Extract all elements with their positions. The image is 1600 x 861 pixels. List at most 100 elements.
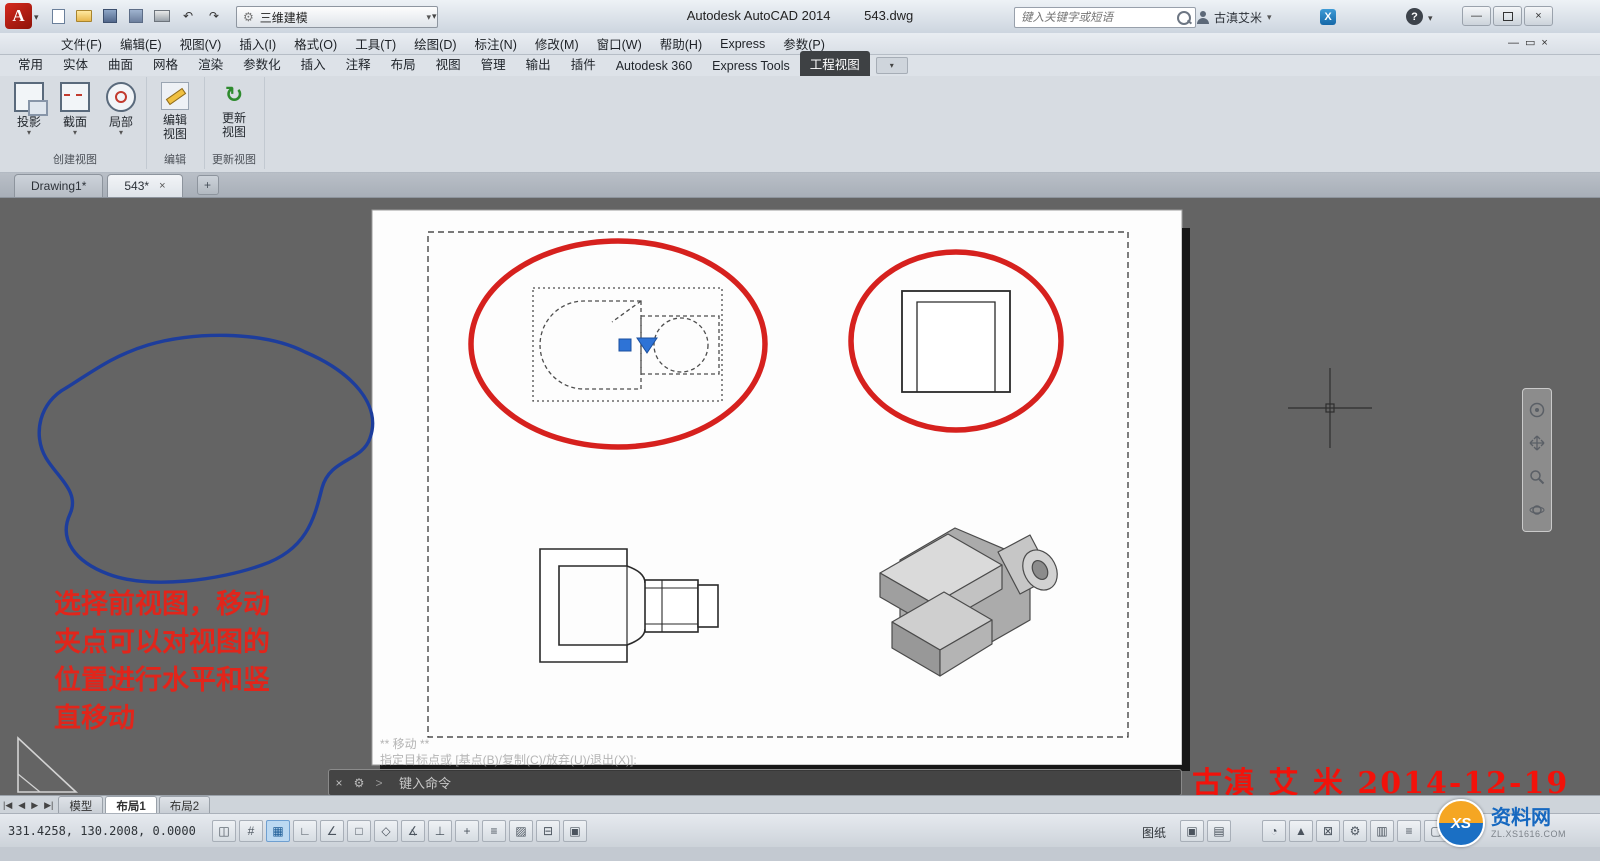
window-title-app: Autodesk AutoCAD 2014 [687, 8, 831, 23]
close-button[interactable]: × [1524, 6, 1553, 26]
ribbon-tab-mesh[interactable]: 网格 [143, 51, 188, 76]
projection-view-button[interactable]: 投影 ▾ [6, 82, 52, 137]
handdrawn-annotation-loop [39, 335, 372, 582]
file-tab-drawing1[interactable]: Drawing1* [14, 174, 103, 197]
doc-restore-button[interactable]: ▭ [1525, 36, 1535, 49]
pan-icon[interactable] [1527, 433, 1547, 453]
edit-view-button[interactable]: 编辑 视图 [152, 82, 198, 141]
file-tab-543[interactable]: 543* × [107, 174, 182, 197]
tab-model[interactable]: 模型 [58, 796, 103, 815]
doc-minimize-button[interactable]: — [1508, 37, 1519, 49]
command-close-icon[interactable]: × [329, 776, 349, 790]
selection-cycling-toggle[interactable]: ▣ [563, 820, 587, 842]
ribbon-tab-home[interactable]: 常用 [8, 51, 53, 76]
section-view-icon [60, 82, 90, 112]
transparency-toggle[interactable]: ▨ [509, 820, 533, 842]
section-view-button[interactable]: 截面 ▾ [52, 82, 98, 137]
ribbon-tab-parametric[interactable]: 参数化 [233, 51, 291, 76]
ribbon-tab-surface[interactable]: 曲面 [98, 51, 143, 76]
minimize-button[interactable]: — [1462, 6, 1491, 26]
zoom-icon[interactable] [1527, 467, 1547, 487]
command-history-line-1: ** 移动 ** [380, 735, 429, 752]
annotation-scale-button[interactable]: ◔ [1262, 820, 1286, 842]
quick-view-drawings-button[interactable]: ▤ [1207, 820, 1231, 842]
section-view-label: 截面 [52, 115, 98, 129]
dynamic-ucs-toggle[interactable]: ⊥ [428, 820, 452, 842]
command-history-line-2: 指定目标点或 [基点(B)/复制(C)/放弃(U)/退出(X)]: [380, 751, 637, 768]
lineweight-toggle[interactable]: ≡ [482, 820, 506, 842]
paper-shadow-right [1182, 228, 1190, 771]
help-search-input[interactable] [1019, 11, 1177, 25]
side-view[interactable] [902, 291, 1010, 392]
command-line[interactable]: × ⚙ > 键入命令 [328, 769, 1182, 796]
orbit-icon[interactable] [1527, 500, 1547, 520]
layout-nav-first-icon[interactable]: |◀ [0, 800, 15, 811]
status-right-icons: ◔ ▲ ⊠ ⚙ ▥ ≡ ▢ [1262, 820, 1448, 842]
update-view-button[interactable]: ↻ 更新 视图 [211, 82, 257, 139]
window-frame-bottom [0, 847, 1600, 861]
help-search-box[interactable] [1014, 7, 1196, 28]
navigation-wheel-icon[interactable] [1527, 400, 1547, 420]
help-icon[interactable]: ? [1406, 8, 1423, 25]
3d-object-snap-toggle[interactable]: ◇ [374, 820, 398, 842]
polar-tracking-toggle[interactable]: ∠ [320, 820, 344, 842]
navigation-bar[interactable] [1522, 388, 1552, 532]
object-snap-tracking-toggle[interactable]: ∡ [401, 820, 425, 842]
ribbon-tab-solid[interactable]: 实体 [53, 51, 98, 76]
detail-view-button[interactable]: 局部 ▾ [98, 82, 144, 137]
layout-nav-prev-icon[interactable]: ◀ [15, 800, 28, 811]
ribbon-tab-plugins[interactable]: 插件 [561, 51, 606, 76]
restore-button[interactable] [1493, 6, 1522, 26]
quick-view-layouts-button[interactable]: ▣ [1180, 820, 1204, 842]
dynamic-input-toggle[interactable]: + [455, 820, 479, 842]
update-view-label-2: 视图 [211, 125, 257, 139]
tab-layout1[interactable]: 布局1 [105, 796, 156, 815]
menu-express[interactable]: Express [711, 37, 774, 51]
detail-view-icon [106, 82, 136, 112]
tab-layout2[interactable]: 布局2 [159, 796, 210, 815]
ribbon-tab-drawing-views[interactable]: 工程视图 [800, 51, 870, 76]
ribbon-tab-layout[interactable]: 布局 [381, 51, 426, 76]
title-bar: A ▾ ↶ ↷ ⚙ 三维建模 ▾ ▾ Autodesk AutoCAD 2014… [0, 0, 1600, 34]
ribbon-tab-express-tools[interactable]: Express Tools [702, 56, 800, 76]
group-label-edit: 编辑 [146, 151, 204, 167]
menu-help[interactable]: 帮助(H) [651, 34, 711, 53]
ribbon-tab-bar: 常用 实体 曲面 网格 渲染 参数化 插入 注释 布局 视图 管理 输出 插件 … [0, 55, 1600, 76]
search-icon[interactable] [1177, 11, 1191, 25]
annotation-visibility-button[interactable]: ▲ [1289, 820, 1313, 842]
exchange-apps-icon[interactable]: X [1320, 9, 1336, 25]
paper-space-label[interactable]: 图纸 [1142, 824, 1166, 841]
isolate-objects-button[interactable]: ⊠ [1316, 820, 1340, 842]
annotation-line-1: 选择前视图，移动 [54, 586, 364, 624]
account-area[interactable]: 古滇艾米 ▾ [1196, 7, 1272, 27]
new-drawing-tab-button[interactable]: + [197, 175, 219, 195]
layout-nav-last-icon[interactable]: ▶| [41, 800, 56, 811]
ribbon-tab-autodesk360[interactable]: Autodesk 360 [606, 56, 702, 76]
ribbon-tab-output[interactable]: 输出 [516, 51, 561, 76]
help-caret-icon[interactable]: ▾ [1428, 13, 1433, 24]
ribbon-minimize-control[interactable]: ▾ [876, 57, 908, 74]
layout-nav-next-icon[interactable]: ▶ [28, 800, 41, 811]
grip-square[interactable] [619, 339, 631, 351]
snap-mode-toggle[interactable]: # [239, 820, 263, 842]
settings-gear-button[interactable]: ⚙ [1343, 820, 1367, 842]
account-name: 古滇艾米 [1214, 9, 1262, 26]
ribbon-tab-insert[interactable]: 插入 [291, 51, 336, 76]
status-menu-button[interactable]: ≡ [1397, 820, 1421, 842]
object-snap-toggle[interactable]: □ [347, 820, 371, 842]
infer-constraints-toggle[interactable]: ◫ [212, 820, 236, 842]
doc-close-button[interactable]: × [1541, 37, 1547, 49]
drawing-area[interactable]: 选择前视图，移动 夹点可以对视图的 位置进行水平和竖 直移动 ** 移动 ** … [0, 198, 1600, 795]
file-tab-close-icon[interactable]: × [159, 180, 165, 192]
ribbon-tab-manage[interactable]: 管理 [471, 51, 516, 76]
ribbon-tab-annotate[interactable]: 注释 [336, 51, 381, 76]
clean-screen-left-button[interactable]: ▥ [1370, 820, 1394, 842]
ribbon-tab-render[interactable]: 渲染 [188, 51, 233, 76]
ribbon-minimize-caret-icon: ▾ [890, 61, 894, 70]
ortho-mode-toggle[interactable]: ∟ [293, 820, 317, 842]
command-input[interactable]: 键入命令 [399, 773, 451, 792]
quick-properties-toggle[interactable]: ⊟ [536, 820, 560, 842]
grid-display-toggle[interactable]: ▦ [266, 820, 290, 842]
ribbon-tab-view[interactable]: 视图 [426, 51, 471, 76]
command-customize-icon[interactable]: ⚙ [349, 776, 369, 790]
